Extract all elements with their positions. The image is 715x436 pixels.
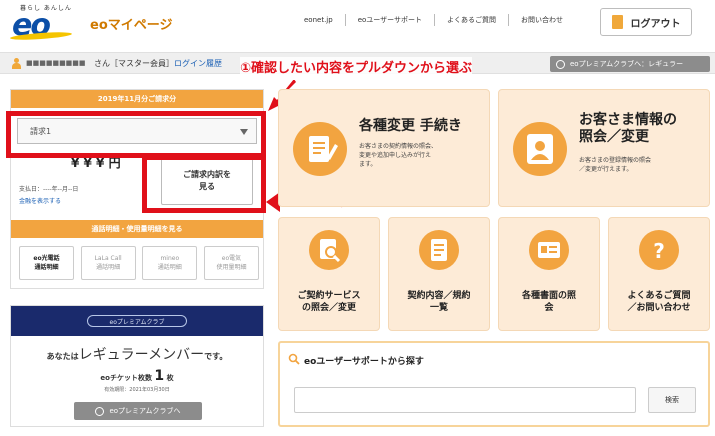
annotation-step1: ①確認したい内容をプルダウンから選ぶ [240, 57, 473, 76]
nav-faq[interactable]: よくあるご質問 [435, 14, 510, 26]
header: 暮らし あんしん eo eoマイページ eonet.jp eoユーザーサポート … [0, 0, 715, 50]
eo-circle-icon [556, 59, 565, 69]
logout-button[interactable]: ログアウト [600, 8, 692, 36]
premium-club-link[interactable]: eoプレミアムクラブへ：レギュラー [550, 56, 710, 72]
nav-contact[interactable]: お問い合わせ [509, 14, 575, 26]
faq-contact-label: よくあるご質問 ／お問い合わせ [627, 291, 691, 313]
door-icon [611, 15, 623, 29]
svg-text:?: ? [653, 239, 665, 263]
club-rank-name: レギュラーメンバー [78, 347, 205, 363]
brand-title: eoマイページ [90, 18, 173, 33]
premium-club-box: eoプレミアムクラブ あなたはレギュラーメンバーです。 eoチケット枚数 1 枚… [10, 305, 264, 427]
faq-contact-tile[interactable]: ? よくあるご質問 ／お問い合わせ [608, 217, 710, 331]
eo-logo[interactable]: 暮らし あんしん eo [8, 3, 82, 43]
user-name: ■■■■■■■■■ [26, 59, 86, 67]
question-icon: ? [639, 230, 679, 270]
club-rank-prefix: あなたは [46, 352, 79, 361]
club-ticket-count: 1 [154, 368, 165, 384]
member-label: さん［マスター会員］ [94, 59, 174, 68]
usage-eo-phone-button[interactable]: eo光電話 通話明細 [19, 246, 74, 280]
support-search-input[interactable] [294, 387, 636, 413]
customer-info-tile[interactable]: お客さま情報の 照会／変更 お客さまの登録情報の照会 ／変更が行えます。 [498, 89, 710, 207]
procedure-title: 各種変更 手続き [359, 118, 462, 134]
person-icon [513, 122, 567, 176]
user-icon [12, 58, 21, 69]
usage-lalacall-button[interactable]: LaLa Call 通話明細 [80, 246, 136, 280]
contract-terms-label: 契約内容／規約 一覧 [407, 291, 471, 313]
highlight-detail-box [142, 155, 266, 213]
search-document-icon [309, 230, 349, 270]
usage-eo-electric-button[interactable]: eo電気 使用量明細 [203, 246, 259, 280]
top-nav: eonet.jp eoユーザーサポート よくあるご質問 お問い合わせ [292, 14, 575, 26]
form-pen-icon [293, 122, 347, 176]
usage-mineo-button[interactable]: mineo 通話明細 [142, 246, 198, 280]
club-button-label: eoプレミアムクラブへ [109, 407, 181, 415]
billing-link[interactable]: 金融を表示する [19, 196, 61, 205]
logout-label: ログアウト [630, 18, 681, 30]
user-status: さん［マスター会員］ログイン履歴 [94, 58, 222, 69]
support-search: eoユーザーサポートから探す 検索 [278, 341, 710, 427]
nav-eonet[interactable]: eonet.jp [292, 14, 346, 26]
club-ticket-label: eoチケット枚数 [100, 374, 152, 382]
highlight-select-box [6, 111, 266, 158]
document-icon [419, 230, 459, 270]
support-title: eoユーザーサポートから探す [304, 357, 424, 367]
procedure-desc: お客さまの契約情報の照会、 変更や追加申し込みが行え ます。 [359, 143, 438, 168]
customer-info-title: お客さま情報の 照会／変更 [579, 112, 677, 145]
usage-title: 通話明細・使用量明細を見る [11, 220, 263, 238]
club-ticket-unit: 枚 [166, 374, 174, 382]
customer-info-desc: お客さまの登録情報の照会 ／変更が行えます。 [579, 157, 652, 173]
premium-club-link-label: eoプレミアムクラブへ：レギュラー [570, 60, 684, 68]
support-search-button[interactable]: 検索 [648, 387, 696, 413]
login-history-link[interactable]: ログイン履歴 [174, 59, 222, 68]
contract-terms-tile[interactable]: 契約内容／規約 一覧 [388, 217, 490, 331]
club-banner: eoプレミアムクラブ [11, 306, 263, 336]
usage-buttons: eo光電話 通話明細 LaLa Call 通話明細 mineo 通話明細 eo電… [19, 246, 259, 280]
billing-title: 2019年11月分ご請求分 [11, 90, 263, 108]
club-button[interactable]: eoプレミアムクラブへ [74, 402, 202, 420]
eo-circle-icon [95, 406, 105, 416]
club-ticket: eoチケット枚数 1 枚 [11, 368, 263, 384]
documents-tile[interactable]: 各種書面の照 会 [498, 217, 600, 331]
contract-service-label: ご契約サービス の照会／変更 [297, 291, 361, 313]
club-rank: あなたはレギュラーメンバーです。 [11, 344, 263, 364]
id-card-icon [529, 230, 569, 270]
search-icon [288, 353, 300, 365]
contract-service-tile[interactable]: ご契約サービス の照会／変更 [278, 217, 380, 331]
documents-label: 各種書面の照 会 [521, 291, 576, 313]
club-banner-label: eoプレミアムクラブ [87, 315, 187, 327]
club-expire: 有効期限：2021年03月30日 [104, 387, 170, 393]
nav-user-support[interactable]: eoユーザーサポート [346, 14, 436, 26]
club-rank-suffix: です。 [204, 352, 228, 361]
procedure-tile[interactable]: 各種変更 手続き お客さまの契約情報の照会、 変更や追加申し込みが行え ます。 [278, 89, 490, 207]
billing-due-date: 支払日：----年--月--日 [19, 186, 79, 193]
